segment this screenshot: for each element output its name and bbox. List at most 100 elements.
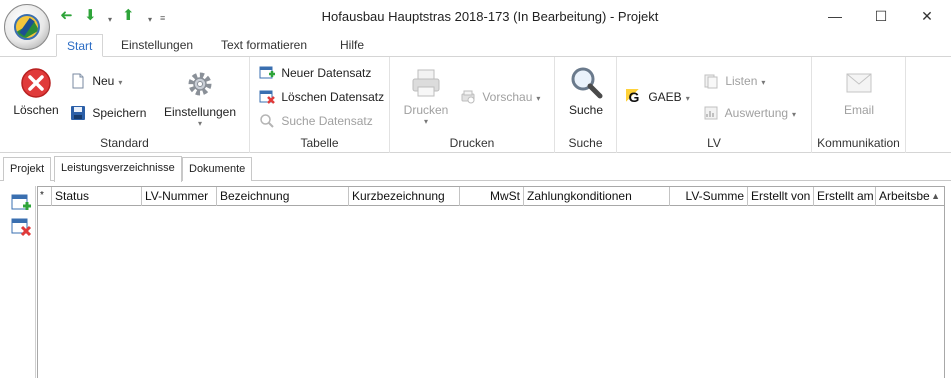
ribbon-panel: Löschen Neu ▾ Speichern Einstellungen ▾ …: [0, 56, 951, 153]
tab-hilfe[interactable]: Hilfe: [330, 34, 374, 57]
lists-button[interactable]: Listen ▾: [703, 71, 765, 91]
column-header-kurzbezeichnung[interactable]: Kurzbezeichnung: [349, 187, 460, 206]
minimize-button[interactable]: —: [812, 0, 858, 32]
chevron-down-icon[interactable]: ▾: [148, 12, 152, 28]
column-header-zahlungkonditionen[interactable]: Zahlungkonditionen: [524, 187, 670, 206]
print-label: Drucken: [403, 103, 449, 117]
scroll-up-arrow-icon[interactable]: ▲: [931, 187, 940, 205]
search-record-button[interactable]: Suche Datensatz: [259, 111, 373, 131]
tab-text-formatieren[interactable]: Text formatieren: [211, 34, 317, 57]
search-label: Suche: [568, 103, 604, 117]
group-drucken: Drucken ▾ Vorschau ▾ Drucken: [390, 57, 555, 153]
column-header-erstellt-von[interactable]: Erstellt von: [748, 187, 814, 206]
chevron-down-icon[interactable]: ▾: [792, 110, 796, 119]
column-header-status[interactable]: Status: [52, 187, 142, 206]
printer-icon: [412, 69, 440, 97]
chevron-down-icon[interactable]: ▾: [686, 94, 690, 103]
search-button[interactable]: Suche: [559, 65, 613, 117]
tab-einstellungen[interactable]: Einstellungen: [111, 34, 203, 57]
delete-row-icon: [259, 90, 275, 104]
new-button[interactable]: Neu ▾: [70, 71, 122, 91]
group-kommunikation: Email Kommunikation: [812, 57, 906, 153]
tab-dokumente[interactable]: Dokumente: [182, 157, 253, 181]
column-header-lv-summe[interactable]: LV-Summe: [670, 187, 748, 206]
email-icon: [846, 73, 872, 93]
new-document-icon: [72, 73, 84, 89]
email-button[interactable]: Email: [830, 67, 888, 117]
chevron-down-icon[interactable]: ▾: [761, 78, 765, 87]
save-icon: [71, 105, 85, 120]
delete-record-label: Löschen Datensatz: [281, 90, 385, 104]
delete-button[interactable]: Löschen: [8, 67, 64, 117]
group-standard: Löschen Neu ▾ Speichern Einstellungen ▾ …: [0, 57, 250, 153]
chevron-down-icon[interactable]: ▾: [398, 117, 454, 126]
print-button[interactable]: Drucken ▾: [398, 67, 454, 126]
add-row-icon: [11, 194, 31, 210]
delete-record-button[interactable]: Löschen Datensatz: [259, 87, 384, 107]
new-record-label: Neuer Datensatz: [281, 66, 372, 80]
group-tabelle: Neuer Datensatz Löschen Datensatz Suche …: [250, 57, 390, 153]
chevron-down-icon[interactable]: ▾: [160, 119, 240, 128]
list-icon: [704, 74, 718, 89]
evaluation-label: Auswertung: [724, 106, 789, 120]
lists-label: Listen: [725, 74, 758, 88]
column-header-erstellt-am[interactable]: Erstellt am: [814, 187, 876, 206]
grid-header: * Status LV-Nummer Bezeichnung Kurzbezei…: [38, 187, 944, 206]
group-label-tabelle: Tabelle: [300, 136, 339, 150]
close-button[interactable]: ✕: [904, 0, 950, 32]
maximize-button[interactable]: ☐: [858, 0, 904, 32]
new-label: Neu: [92, 74, 115, 88]
print-preview-icon: [461, 90, 475, 104]
column-header-mwst[interactable]: MwSt: [460, 187, 524, 206]
column-header-bezeichnung[interactable]: Bezeichnung: [217, 187, 349, 206]
new-record-button[interactable]: Neuer Datensatz: [259, 63, 371, 83]
title-bar: ➜ ⬇ ▾ ⬆ ▾ ≡ Hofausbau Hauptstras 2018-17…: [0, 0, 951, 50]
group-label-standard: Standard: [100, 136, 149, 150]
search-record-label: Suche Datensatz: [281, 114, 373, 128]
delete-icon: [21, 68, 51, 98]
column-header-arbeitsbe-label: Arbeitsbe: [879, 189, 930, 203]
tab-projekt[interactable]: Projekt: [3, 157, 52, 181]
ribbon-tabs: Start Einstellungen Text formatieren Hil…: [0, 34, 951, 57]
tab-leistungsverzeichnisse[interactable]: Leistungsverzeichnisse: [54, 156, 182, 182]
new-row-marker[interactable]: *: [38, 187, 52, 206]
evaluation-button[interactable]: Auswertung ▾: [703, 103, 796, 123]
add-row-button[interactable]: [10, 192, 32, 214]
save-label: Speichern: [92, 106, 147, 120]
group-label-kommunikation: Kommunikation: [817, 136, 900, 150]
settings-button[interactable]: Einstellungen ▾: [160, 67, 240, 128]
side-toolbar: [6, 186, 36, 378]
tab-start[interactable]: Start: [56, 34, 104, 57]
lv-grid[interactable]: * Status LV-Nummer Bezeichnung Kurzbezei…: [37, 186, 945, 378]
preview-button[interactable]: Vorschau ▾: [460, 87, 540, 107]
chevron-down-icon[interactable]: ▾: [536, 94, 540, 103]
gaeb-icon: G: [626, 88, 642, 105]
group-lv: G GAEB ▾ Listen ▾ Auswertung ▾ LV: [617, 57, 812, 153]
group-label-drucken: Drucken: [449, 136, 495, 150]
up-arrow-icon[interactable]: ⬆: [122, 8, 135, 24]
email-label: Email: [843, 103, 874, 117]
window-title: Hofausbau Hauptstras 2018-173 (In Bearbe…: [321, 9, 659, 24]
chevron-down-icon[interactable]: ▾: [118, 78, 122, 87]
chevron-down-icon[interactable]: ▾: [108, 12, 112, 28]
gaeb-label: GAEB: [648, 90, 682, 104]
app-logo[interactable]: [4, 4, 50, 50]
gaeb-button[interactable]: G GAEB ▾: [626, 87, 690, 107]
save-button[interactable]: Speichern: [70, 103, 146, 123]
gear-icon: [188, 72, 212, 96]
delete-row-icon: [11, 218, 32, 237]
magnifier-icon: [571, 67, 603, 99]
column-header-lv-nummer[interactable]: LV-Nummer: [142, 187, 217, 206]
preview-label: Vorschau: [482, 90, 533, 104]
delete-label: Löschen: [13, 103, 59, 117]
group-suche: Suche Suche: [555, 57, 617, 153]
column-header-arbeitsbe[interactable]: Arbeitsbe ▲: [876, 187, 944, 206]
settings-label: Einstellungen: [163, 105, 237, 119]
delete-row-button[interactable]: [10, 216, 32, 238]
search-icon: [260, 114, 274, 128]
back-arrow-icon[interactable]: ➜: [60, 7, 73, 24]
document-tabs: Projekt Leistungsverzeichnisse Dokumente: [0, 156, 951, 182]
down-arrow-icon[interactable]: ⬇: [84, 8, 97, 24]
customize-toolbar-icon[interactable]: ≡: [160, 10, 165, 26]
add-row-icon: [259, 66, 275, 79]
